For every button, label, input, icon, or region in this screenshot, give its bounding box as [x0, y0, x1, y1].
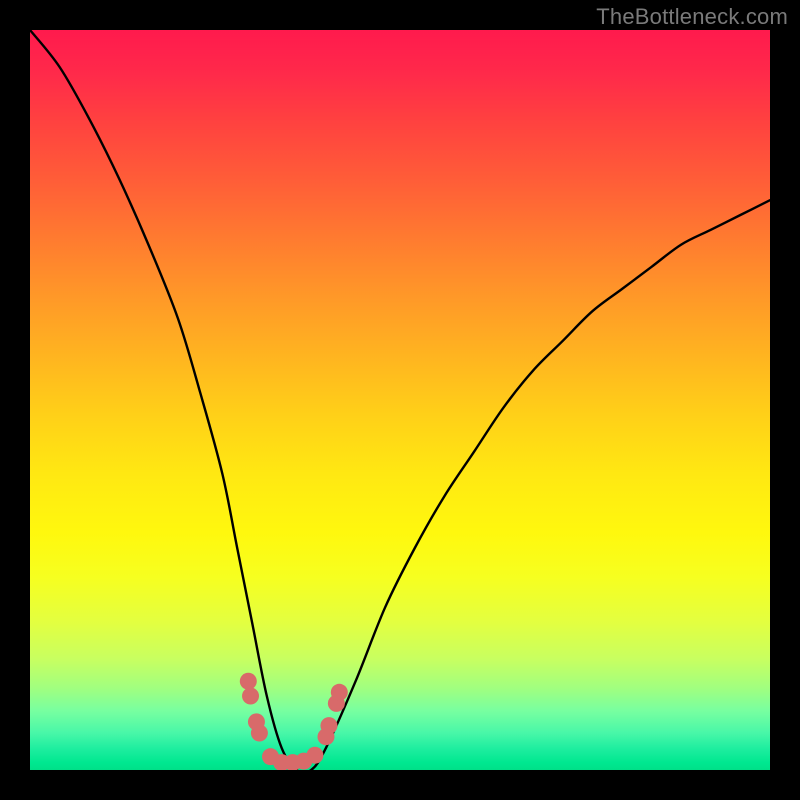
curve-layer — [30, 30, 770, 770]
highlight-dot — [242, 688, 259, 705]
bottleneck-curve — [30, 30, 770, 770]
highlight-dot — [306, 747, 323, 764]
plot-area — [30, 30, 770, 770]
highlight-dot — [331, 684, 348, 701]
highlight-dot — [240, 673, 257, 690]
highlight-dot — [251, 725, 268, 742]
watermark-text: TheBottleneck.com — [596, 4, 788, 30]
highlight-dots — [240, 673, 348, 770]
chart-frame: TheBottleneck.com — [0, 0, 800, 800]
highlight-dot — [320, 717, 337, 734]
